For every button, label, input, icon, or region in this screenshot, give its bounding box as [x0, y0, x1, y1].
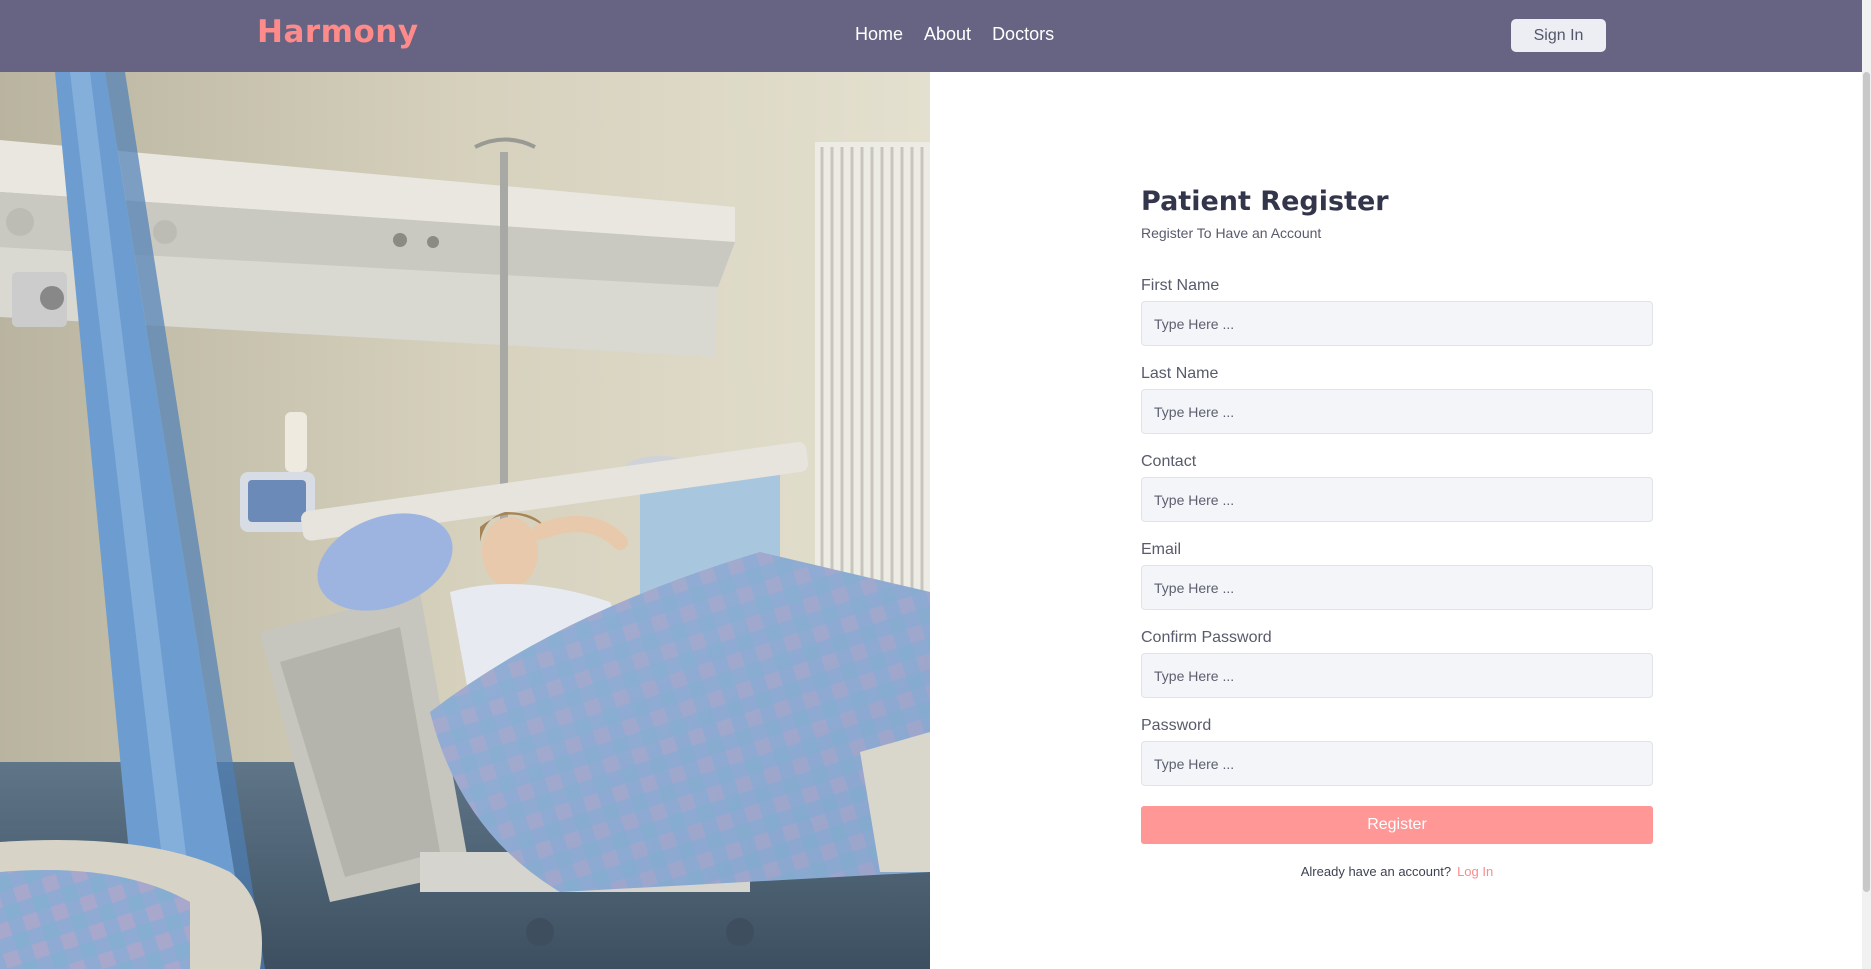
login-prompt-row: Already have an account? Log In — [1141, 864, 1653, 879]
first-name-field: First Name — [1141, 276, 1653, 346]
contact-label: Contact — [1141, 453, 1197, 470]
email-label: Email — [1141, 541, 1182, 558]
last-name-input[interactable] — [1141, 389, 1653, 434]
confirm-password-field: Confirm Password — [1141, 628, 1653, 698]
password-input[interactable] — [1141, 741, 1653, 786]
confirm-password-label: Confirm Password — [1141, 629, 1272, 646]
password-field: Password — [1141, 716, 1653, 786]
form-title: Patient Register — [1141, 186, 1389, 217]
password-label: Password — [1141, 717, 1212, 734]
login-link[interactable]: Log In — [1457, 864, 1493, 879]
email-field: Email — [1141, 540, 1653, 610]
radiator — [815, 142, 930, 602]
nav-home-link[interactable]: Home — [855, 24, 903, 45]
register-form: Patient Register Register To Have an Acc… — [1141, 186, 1653, 879]
last-name-label: Last Name — [1141, 365, 1219, 382]
register-button[interactable]: Register — [1141, 806, 1653, 844]
contact-input[interactable] — [1141, 477, 1653, 522]
brand-logo[interactable]: Harmony — [257, 14, 419, 50]
form-subtitle: Register To Have an Account — [1141, 225, 1322, 241]
last-name-field: Last Name — [1141, 364, 1653, 434]
login-prompt-text: Already have an account? — [1300, 864, 1452, 879]
scrollbar-thumb[interactable] — [1863, 72, 1870, 892]
email-input[interactable] — [1141, 565, 1653, 610]
nav-links: Home About Doctors — [855, 24, 1054, 45]
hospital-room-photo — [0, 72, 930, 969]
first-name-label: First Name — [1141, 277, 1220, 294]
first-name-input[interactable] — [1141, 301, 1653, 346]
navbar: Harmony Home About Doctors Sign In — [0, 0, 1862, 72]
form-fields: First Name Last Name Contact Email Confi… — [1141, 276, 1653, 786]
sign-in-button[interactable]: Sign In — [1511, 19, 1606, 52]
hospital-room-illustration — [0, 72, 930, 969]
contact-field: Contact — [1141, 452, 1653, 522]
nav-doctors-link[interactable]: Doctors — [992, 24, 1054, 45]
nav-about-link[interactable]: About — [924, 24, 971, 45]
confirm-password-input[interactable] — [1141, 653, 1653, 698]
